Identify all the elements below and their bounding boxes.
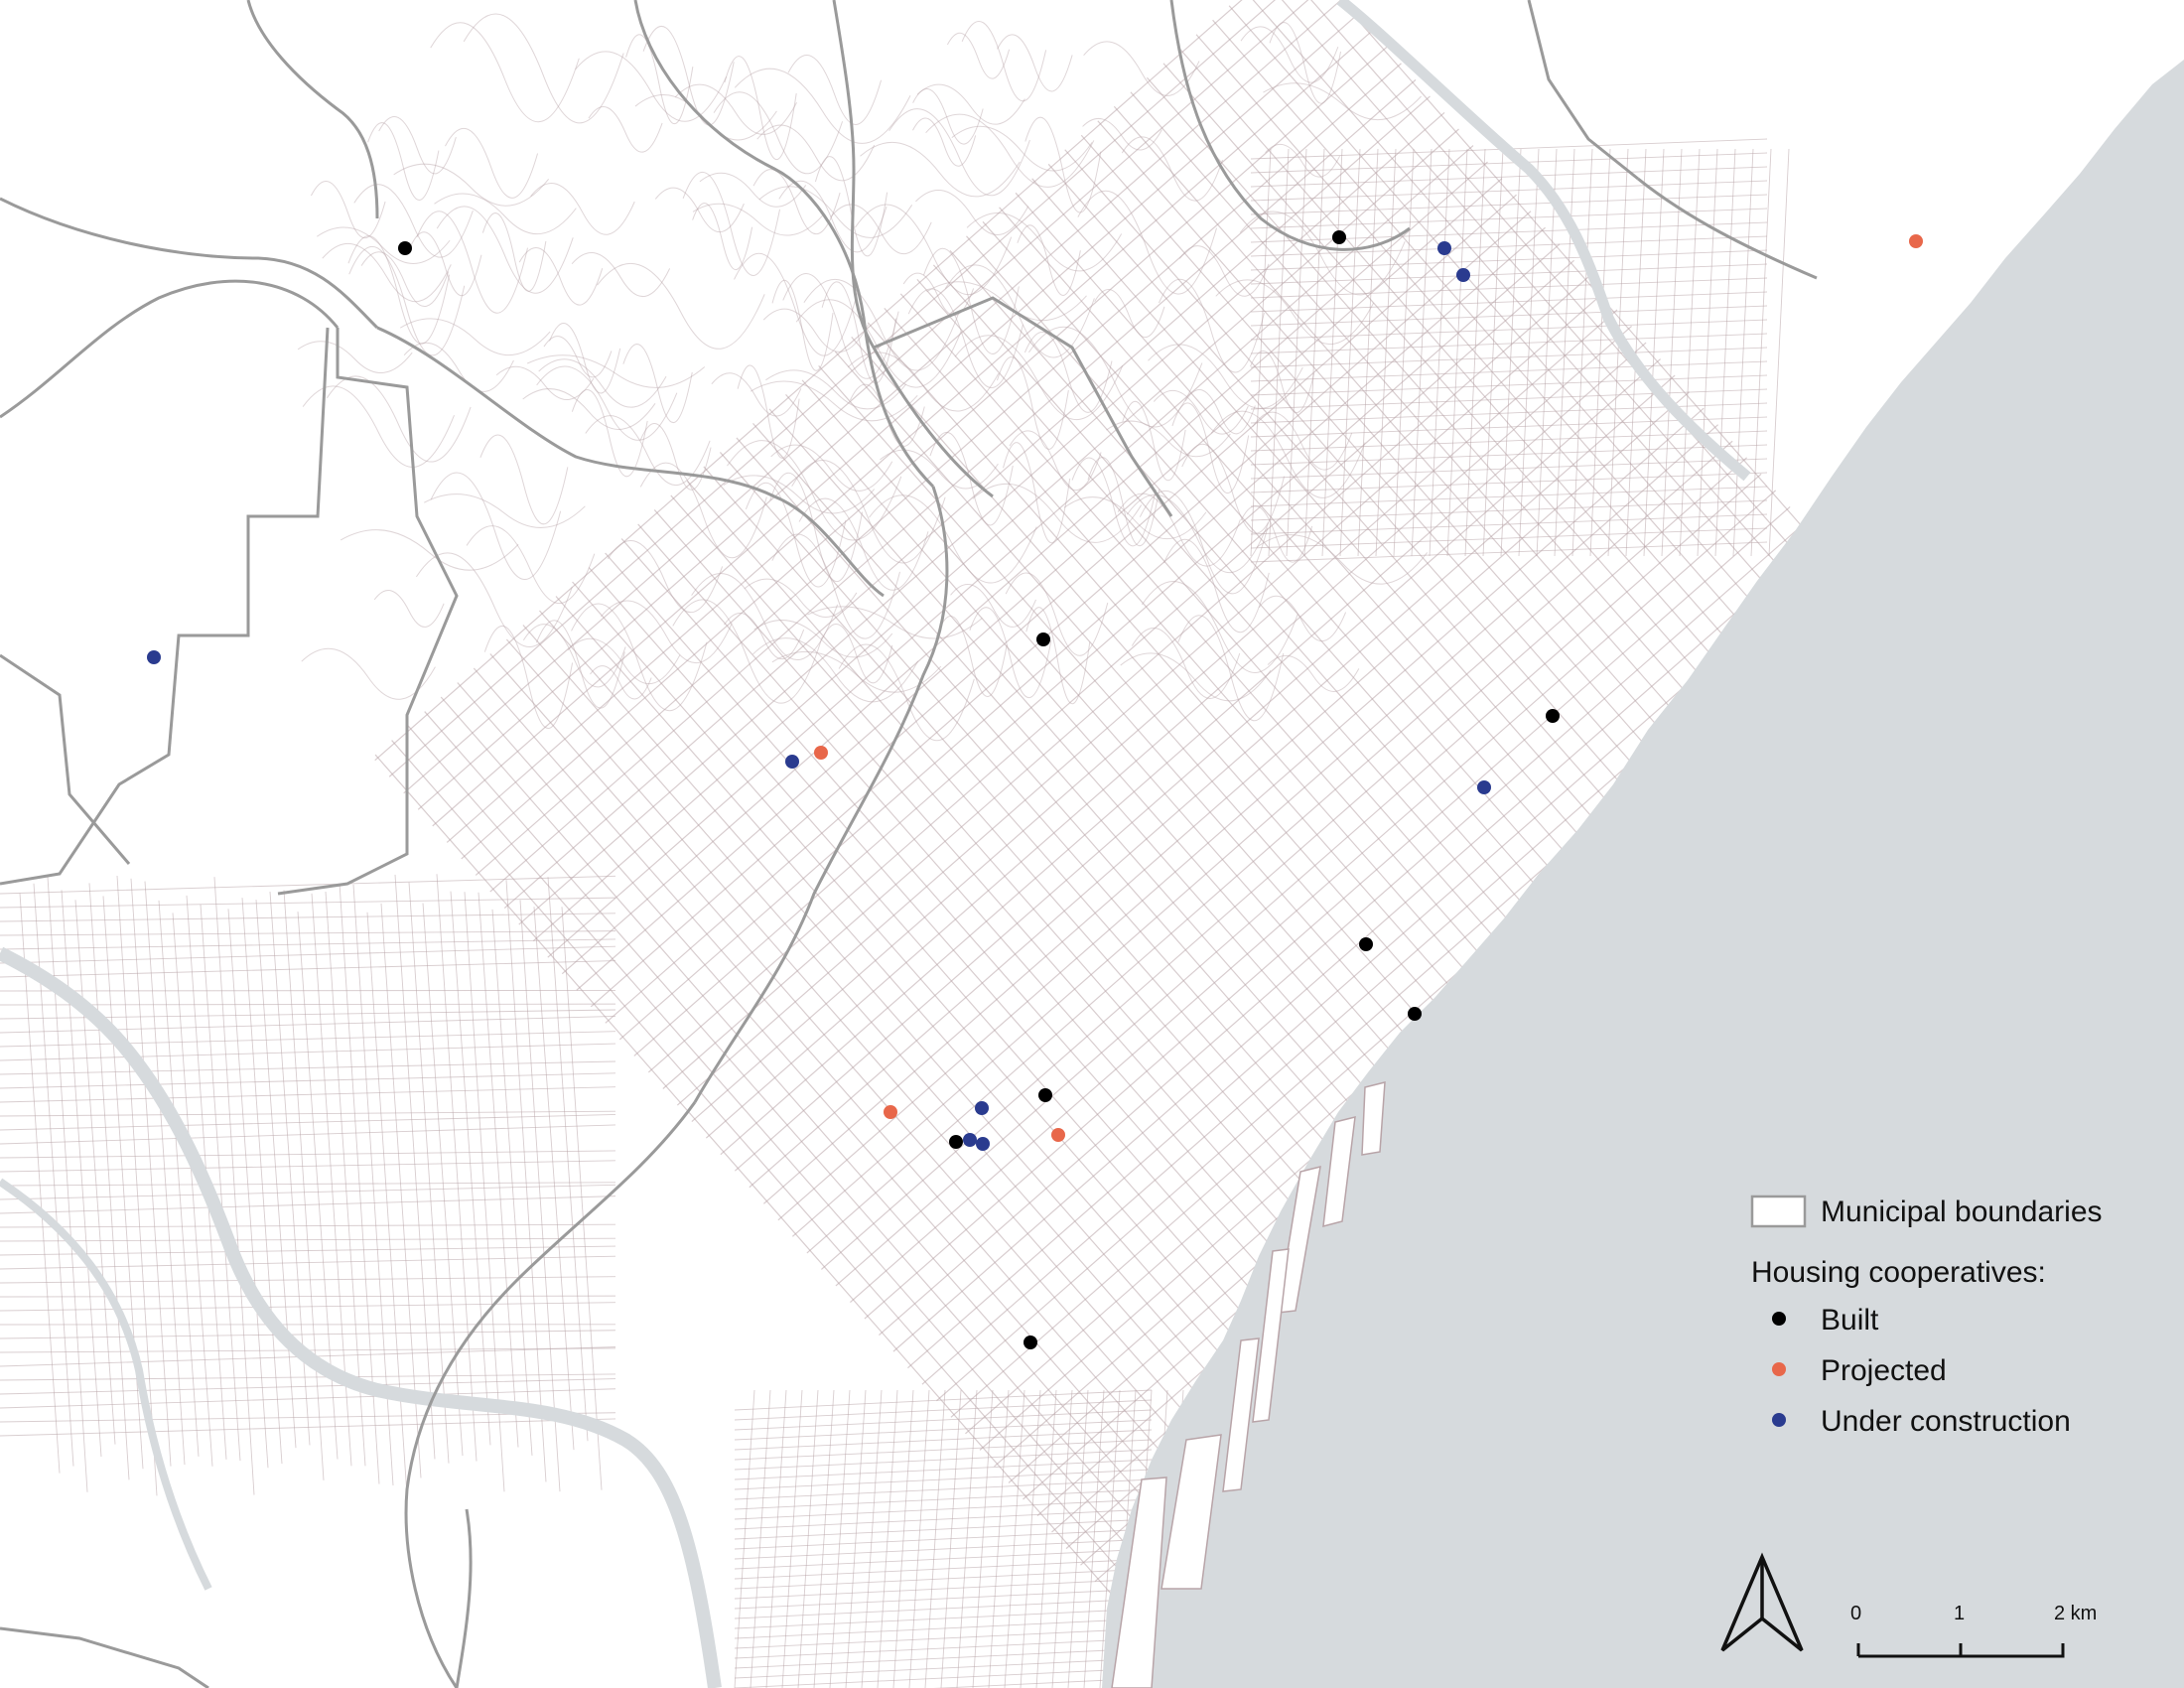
under-construction-legend-label: Under construction: [1821, 1405, 2071, 1438]
under-construction-cooperative-marker[interactable]: [785, 755, 799, 769]
built-cooperative-marker[interactable]: [1408, 1007, 1422, 1021]
scale-tick-1: 1: [1954, 1603, 1965, 1624]
built-cooperative-marker[interactable]: [1359, 937, 1373, 951]
built-cooperative-marker[interactable]: [1038, 1088, 1052, 1102]
projected-cooperative-marker[interactable]: [884, 1105, 897, 1119]
projected-cooperative-marker[interactable]: [814, 746, 828, 760]
built-cooperative-marker[interactable]: [949, 1135, 963, 1149]
built-cooperative-marker[interactable]: [1332, 230, 1346, 244]
built-cooperative-marker[interactable]: [1546, 709, 1560, 723]
built-legend-label: Built: [1821, 1304, 1879, 1336]
under-construction-cooperative-marker[interactable]: [976, 1137, 990, 1151]
under-construction-cooperative-marker[interactable]: [1437, 241, 1451, 255]
under-construction-cooperative-marker[interactable]: [975, 1101, 989, 1115]
projected-legend-dot: [1772, 1362, 1786, 1376]
projected-legend-label: Projected: [1821, 1354, 1947, 1387]
boundaries-legend-swatch: [1750, 1195, 1807, 1228]
projected-cooperative-marker[interactable]: [1051, 1128, 1065, 1142]
map-canvas: Municipal boundaries Housing cooperative…: [0, 0, 2184, 1688]
boundaries-legend-label: Municipal boundaries: [1821, 1196, 2103, 1228]
under-construction-cooperative-marker[interactable]: [1456, 268, 1470, 282]
built-cooperative-marker[interactable]: [398, 241, 412, 255]
under-construction-cooperative-marker[interactable]: [147, 650, 161, 664]
under-construction-cooperative-marker[interactable]: [963, 1133, 977, 1147]
built-legend-dot: [1772, 1312, 1786, 1326]
projected-cooperative-marker[interactable]: [1909, 234, 1923, 248]
under-construction-legend-dot: [1772, 1413, 1786, 1427]
scale-tick-0: 0: [1850, 1603, 1861, 1624]
built-cooperative-marker[interactable]: [1024, 1336, 1037, 1349]
cooperatives-legend-title: Housing cooperatives:: [1751, 1256, 2046, 1289]
street-segment: [0, 989, 616, 992]
built-cooperative-marker[interactable]: [1036, 633, 1050, 646]
under-construction-cooperative-marker[interactable]: [1477, 780, 1491, 794]
scale-tick-2: 2 km: [2054, 1603, 2097, 1624]
